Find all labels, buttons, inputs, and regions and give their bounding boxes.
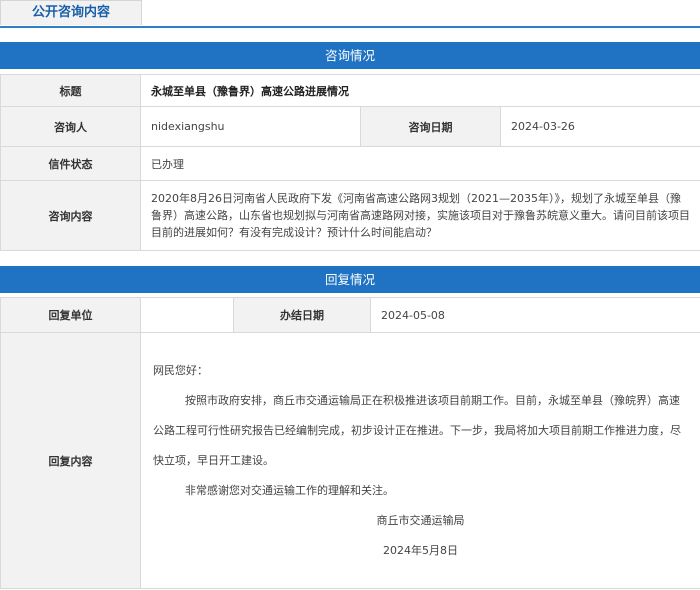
- tab-public-consult[interactable]: 公开咨询内容: [0, 0, 142, 25]
- consult-section-header: 咨询情况: [0, 42, 700, 69]
- reply-table: 回复单位 办结日期 2024-05-08 回复内容 网民您好： 按照市政府安排，…: [0, 297, 700, 589]
- reply-paragraph-2: 非常感谢您对交通运输工作的理解和关注。: [185, 483, 394, 497]
- reply-sign-date: 2024年5月8日: [383, 543, 458, 557]
- title-value: 永城至单县（豫鲁界）高速公路进展情况: [140, 74, 700, 107]
- status-value: 已办理: [140, 146, 700, 181]
- consult-date-value: 2024-03-26: [500, 106, 700, 147]
- consult-status-row: 信件状态 已办理: [0, 146, 700, 181]
- finish-date-value: 2024-05-08: [370, 297, 700, 333]
- reply-content: 网民您好： 按照市政府安排，商丘市交通运输局正在积极推进该项目前期工作。目前，永…: [140, 332, 700, 589]
- consult-title-row: 标题 永城至单县（豫鲁界）高速公路进展情况: [0, 74, 700, 107]
- content-label: 咨询内容: [0, 180, 141, 251]
- reply-section-header: 回复情况: [0, 266, 700, 293]
- reply-unit-row: 回复单位 办结日期 2024-05-08: [0, 297, 700, 333]
- reply-content-label: 回复内容: [0, 332, 141, 589]
- consult-date-label: 咨询日期: [360, 106, 501, 147]
- reply-greeting: 网民您好：: [153, 363, 208, 377]
- consult-person-row: 咨询人 nidexiangshu 咨询日期 2024-03-26: [0, 106, 700, 147]
- consult-content-row: 咨询内容 2020年8月26日河南省人民政府下发《河南省高速公路网3规划（202…: [0, 180, 700, 251]
- status-label: 信件状态: [0, 146, 141, 181]
- reply-unit-value: [140, 297, 234, 333]
- person-value: nidexiangshu: [140, 106, 361, 147]
- reply-content-row: 回复内容 网民您好： 按照市政府安排，商丘市交通运输局正在积极推进该项目前期工作…: [0, 332, 700, 589]
- reply-paragraph-1: 按照市政府安排，商丘市交通运输局正在积极推进该项目前期工作。目前，永城至单县（豫…: [153, 393, 681, 467]
- person-label: 咨询人: [0, 106, 141, 147]
- content-value: 2020年8月26日河南省人民政府下发《河南省高速公路网3规划（2021—203…: [140, 180, 700, 251]
- reply-unit-label: 回复单位: [0, 297, 141, 333]
- consult-table: 标题 永城至单县（豫鲁界）高速公路进展情况 咨询人 nidexiangshu 咨…: [0, 74, 700, 251]
- reply-signature: 商丘市交通运输局: [376, 513, 465, 527]
- title-label: 标题: [0, 74, 141, 107]
- finish-date-label: 办结日期: [233, 297, 371, 333]
- tab-bar: 公开咨询内容: [0, 0, 700, 28]
